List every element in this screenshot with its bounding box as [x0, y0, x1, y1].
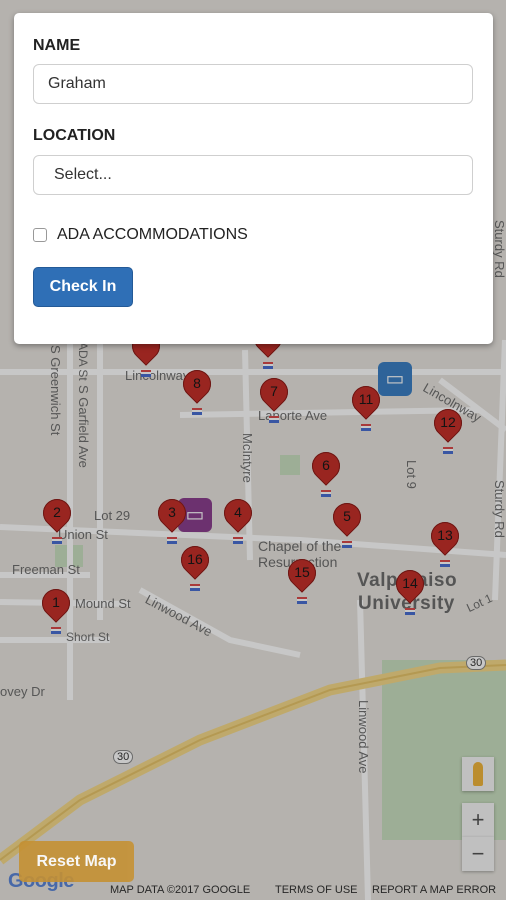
name-input[interactable]: Graham [33, 64, 473, 104]
ada-checkbox[interactable] [33, 228, 47, 242]
location-label: LOCATION [33, 127, 116, 144]
ada-label[interactable]: ADA ACCOMMODATIONS [57, 226, 248, 244]
check-in-button[interactable]: Check In [33, 267, 133, 307]
location-select[interactable]: Select... [33, 155, 473, 195]
checkin-form: NAME Graham LOCATION Select... ADA ACCOM… [14, 13, 493, 344]
reset-map-button[interactable]: Reset Map [19, 841, 134, 882]
name-label: NAME [33, 37, 81, 54]
